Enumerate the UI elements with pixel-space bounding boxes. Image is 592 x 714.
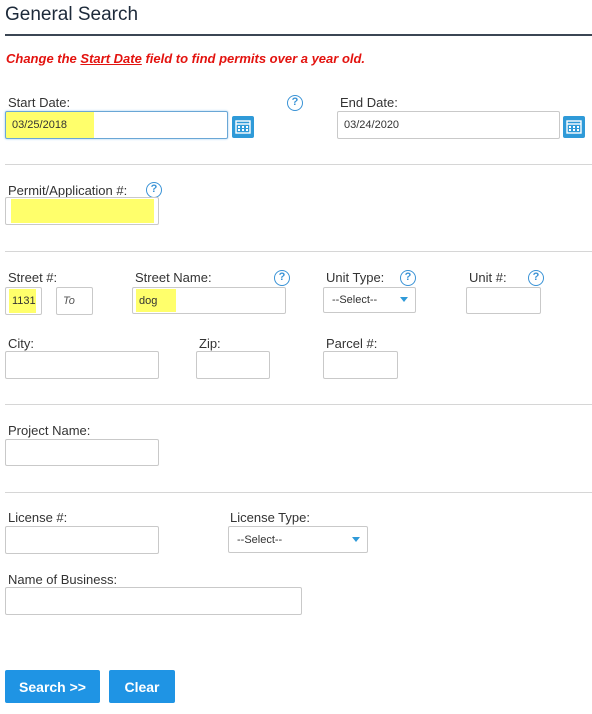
permit-number-field-wrap bbox=[5, 197, 159, 225]
unit-type-select[interactable]: --Select-- bbox=[323, 287, 416, 313]
street-number-from-wrap: 1131 bbox=[5, 287, 42, 315]
end-date-label: End Date: bbox=[340, 95, 398, 110]
street-name-input[interactable]: dog bbox=[132, 287, 286, 314]
license-type-select[interactable]: --Select-- bbox=[228, 526, 368, 553]
title-divider bbox=[5, 34, 592, 36]
city-label: City: bbox=[8, 336, 34, 351]
license-number-label: License #: bbox=[8, 510, 68, 525]
business-name-input[interactable] bbox=[5, 587, 302, 615]
parcel-input[interactable] bbox=[323, 351, 398, 379]
unit-number-input[interactable] bbox=[466, 287, 541, 314]
help-icon[interactable]: ? bbox=[528, 270, 544, 286]
start-date-label: Start Date: bbox=[8, 95, 71, 110]
calendar-icon[interactable] bbox=[563, 116, 585, 138]
project-name-input[interactable] bbox=[5, 439, 159, 466]
start-date-field-wrap: 03/25/2018 bbox=[5, 111, 228, 139]
clear-button[interactable]: Clear bbox=[109, 670, 175, 703]
street-name-label: Street Name: bbox=[135, 270, 212, 285]
notice-prefix: Change the bbox=[6, 51, 81, 66]
calendar-icon[interactable] bbox=[232, 116, 254, 138]
license-number-input[interactable] bbox=[5, 526, 159, 554]
permit-number-input[interactable] bbox=[5, 197, 159, 225]
notice-start-date-link[interactable]: Start Date bbox=[80, 51, 141, 66]
city-input[interactable] bbox=[5, 351, 159, 379]
end-date-input[interactable]: 03/24/2020 bbox=[337, 111, 560, 139]
page-title: General Search bbox=[5, 4, 139, 25]
street-number-to-input[interactable]: To bbox=[56, 287, 93, 315]
section-divider bbox=[5, 404, 592, 405]
section-divider bbox=[5, 251, 592, 252]
help-icon[interactable]: ? bbox=[274, 270, 290, 286]
section-divider bbox=[5, 492, 592, 493]
zip-input[interactable] bbox=[196, 351, 270, 379]
search-button[interactable]: Search >> bbox=[5, 670, 100, 703]
help-icon[interactable]: ? bbox=[146, 182, 162, 198]
help-icon[interactable]: ? bbox=[287, 95, 303, 111]
permit-number-label: Permit/Application #: bbox=[8, 183, 128, 198]
zip-label: Zip: bbox=[199, 336, 221, 351]
project-name-label: Project Name: bbox=[8, 423, 91, 438]
parcel-label: Parcel #: bbox=[326, 336, 378, 351]
street-number-label: Street #: bbox=[8, 270, 58, 285]
section-divider bbox=[5, 164, 592, 165]
street-number-from-input[interactable]: 1131 bbox=[5, 287, 42, 315]
unit-number-label: Unit #: bbox=[469, 270, 507, 285]
unit-type-label: Unit Type: bbox=[326, 270, 385, 285]
street-name-field-wrap: dog bbox=[132, 287, 286, 314]
chevron-down-icon bbox=[400, 297, 408, 302]
license-type-label: License Type: bbox=[230, 510, 310, 525]
notice-suffix: field to find permits over a year old. bbox=[141, 51, 366, 66]
start-date-input[interactable]: 03/25/2018 bbox=[5, 111, 228, 139]
help-icon[interactable]: ? bbox=[400, 270, 416, 286]
chevron-down-icon bbox=[352, 536, 360, 542]
notice-message: Change the Start Date field to find perm… bbox=[6, 51, 365, 66]
business-name-label: Name of Business: bbox=[8, 572, 118, 587]
